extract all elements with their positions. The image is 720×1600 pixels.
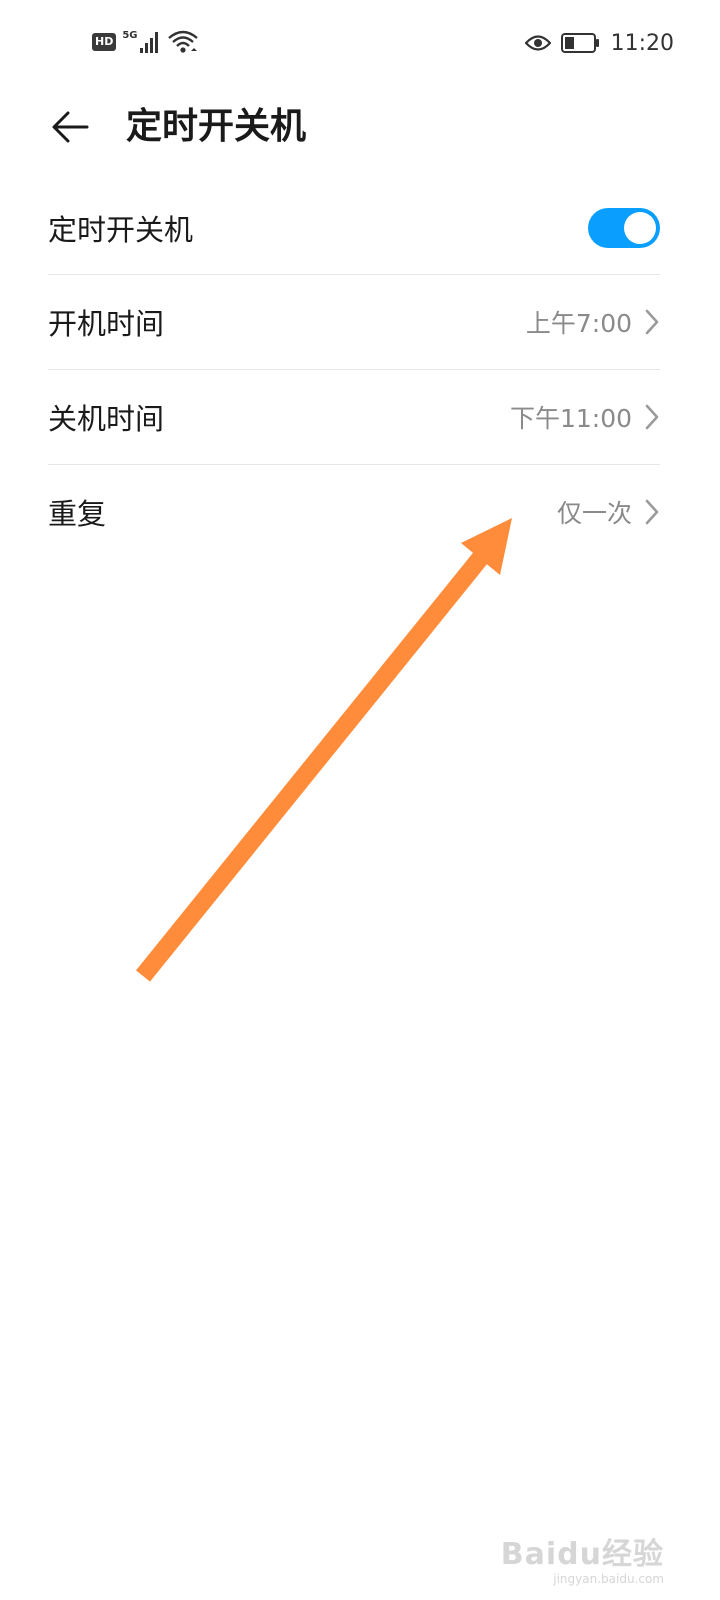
- power-off-time-label: 关机时间: [48, 402, 165, 436]
- power-on-time-label: 开机时间: [48, 307, 165, 341]
- battery-icon: [560, 33, 599, 53]
- signal-bars-icon: [139, 32, 158, 53]
- back-arrow-icon: [52, 111, 89, 143]
- baidu-watermark: Baidu经验 jingyan.baidu.com: [500, 1537, 664, 1587]
- page-title: 定时开关机: [126, 106, 307, 147]
- network-type-label: 5G: [122, 29, 138, 41]
- watermark-url: jingyan.baidu.com: [553, 1572, 664, 1586]
- hd-badge: HD: [92, 33, 117, 51]
- power-off-time-value: 下午11:00: [509, 404, 632, 433]
- power-on-time-right: 上午7:00: [526, 304, 660, 340]
- back-button[interactable]: [40, 102, 100, 152]
- scheduled-power-toggle-row[interactable]: 定时开关机: [48, 182, 660, 274]
- power-off-time-right: 下午11:00: [510, 399, 660, 435]
- clock: 11:20: [610, 30, 674, 56]
- power-off-time-row[interactable]: 关机时间 下午11:00: [48, 370, 660, 464]
- status-bar-right: 11:20: [524, 28, 674, 58]
- status-bar: HD 5G 11:20: [0, 0, 720, 86]
- repeat-label: 重复: [48, 497, 107, 531]
- switch-knob: [624, 212, 656, 244]
- watermark-logo-text: Baidu经验: [500, 1537, 664, 1572]
- status-bar-left: HD 5G: [92, 28, 199, 56]
- scheduled-power-label: 定时开关机: [48, 213, 194, 247]
- wifi-icon: [167, 30, 198, 53]
- power-on-time-row[interactable]: 开机时间 上午7:00: [48, 275, 660, 369]
- app-header: 定时开关机: [0, 86, 720, 170]
- repeat-value: 仅一次: [556, 499, 632, 528]
- settings-list: 定时开关机 开机时间 上午7:00 关机时间 下午11:00 重复 仅一次: [48, 182, 660, 559]
- repeat-right: 仅一次: [557, 494, 660, 530]
- chevron-right-icon: [645, 309, 659, 335]
- power-on-time-value: 上午7:00: [525, 309, 632, 338]
- scheduled-power-switch[interactable]: [588, 208, 660, 248]
- repeat-row[interactable]: 重复 仅一次: [48, 465, 660, 559]
- chevron-right-icon: [645, 404, 659, 430]
- chevron-right-icon: [645, 499, 659, 525]
- eye-comfort-icon: [524, 35, 551, 51]
